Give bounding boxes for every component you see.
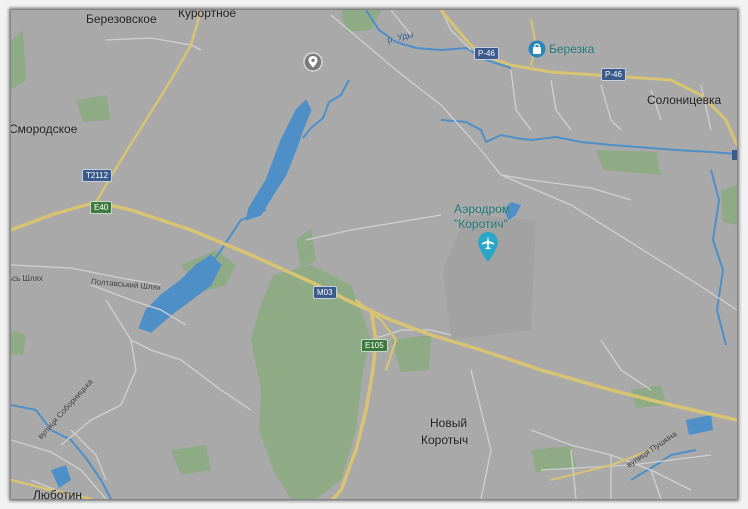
street-label-shlyakh: ьсь Шлях [11, 274, 43, 283]
road-shield-e105: E105 [361, 339, 388, 352]
place-label-korotych: Коротыч [421, 433, 469, 447]
shopping-bag-icon[interactable] [528, 40, 546, 58]
rivers [11, 10, 737, 499]
road-shield-r46-right: Р-46 [601, 68, 626, 81]
poi-store-label[interactable]: Березка [549, 42, 594, 56]
poi-airfield-name-2[interactable]: "Коротич" [454, 217, 508, 231]
road-shield-e40: E40 [90, 201, 113, 214]
poi-airfield-name[interactable]: Аэродром [454, 202, 510, 216]
minor-roads [11, 10, 737, 499]
road-shield-t2112: Т2112 [82, 169, 113, 182]
map-view[interactable]: Березовское Курортное Смородское Солониц… [11, 10, 737, 499]
road-shield-r46-top: Р-46 [474, 47, 499, 60]
highways [11, 10, 737, 499]
place-label-lyubotin: Люботин [33, 488, 82, 499]
park-areas [11, 10, 737, 499]
road-shield-m03: M03 [313, 286, 337, 299]
road-shield-edge [732, 150, 737, 160]
place-label-berezovskoe: Березовское [86, 12, 157, 26]
place-label-solonitsevka: Солоницевка [647, 93, 722, 107]
place-label-smorodskoe: Смородское [11, 122, 78, 136]
place-label-kurortnoe: Курортное [178, 10, 237, 20]
map-pin-icon[interactable] [303, 52, 323, 76]
place-label-novy: Новый [430, 416, 468, 430]
map-frame: Березовское Курортное Смородское Солониц… [0, 0, 748, 509]
map-canvas [11, 10, 737, 499]
airplane-icon[interactable] [478, 232, 498, 266]
